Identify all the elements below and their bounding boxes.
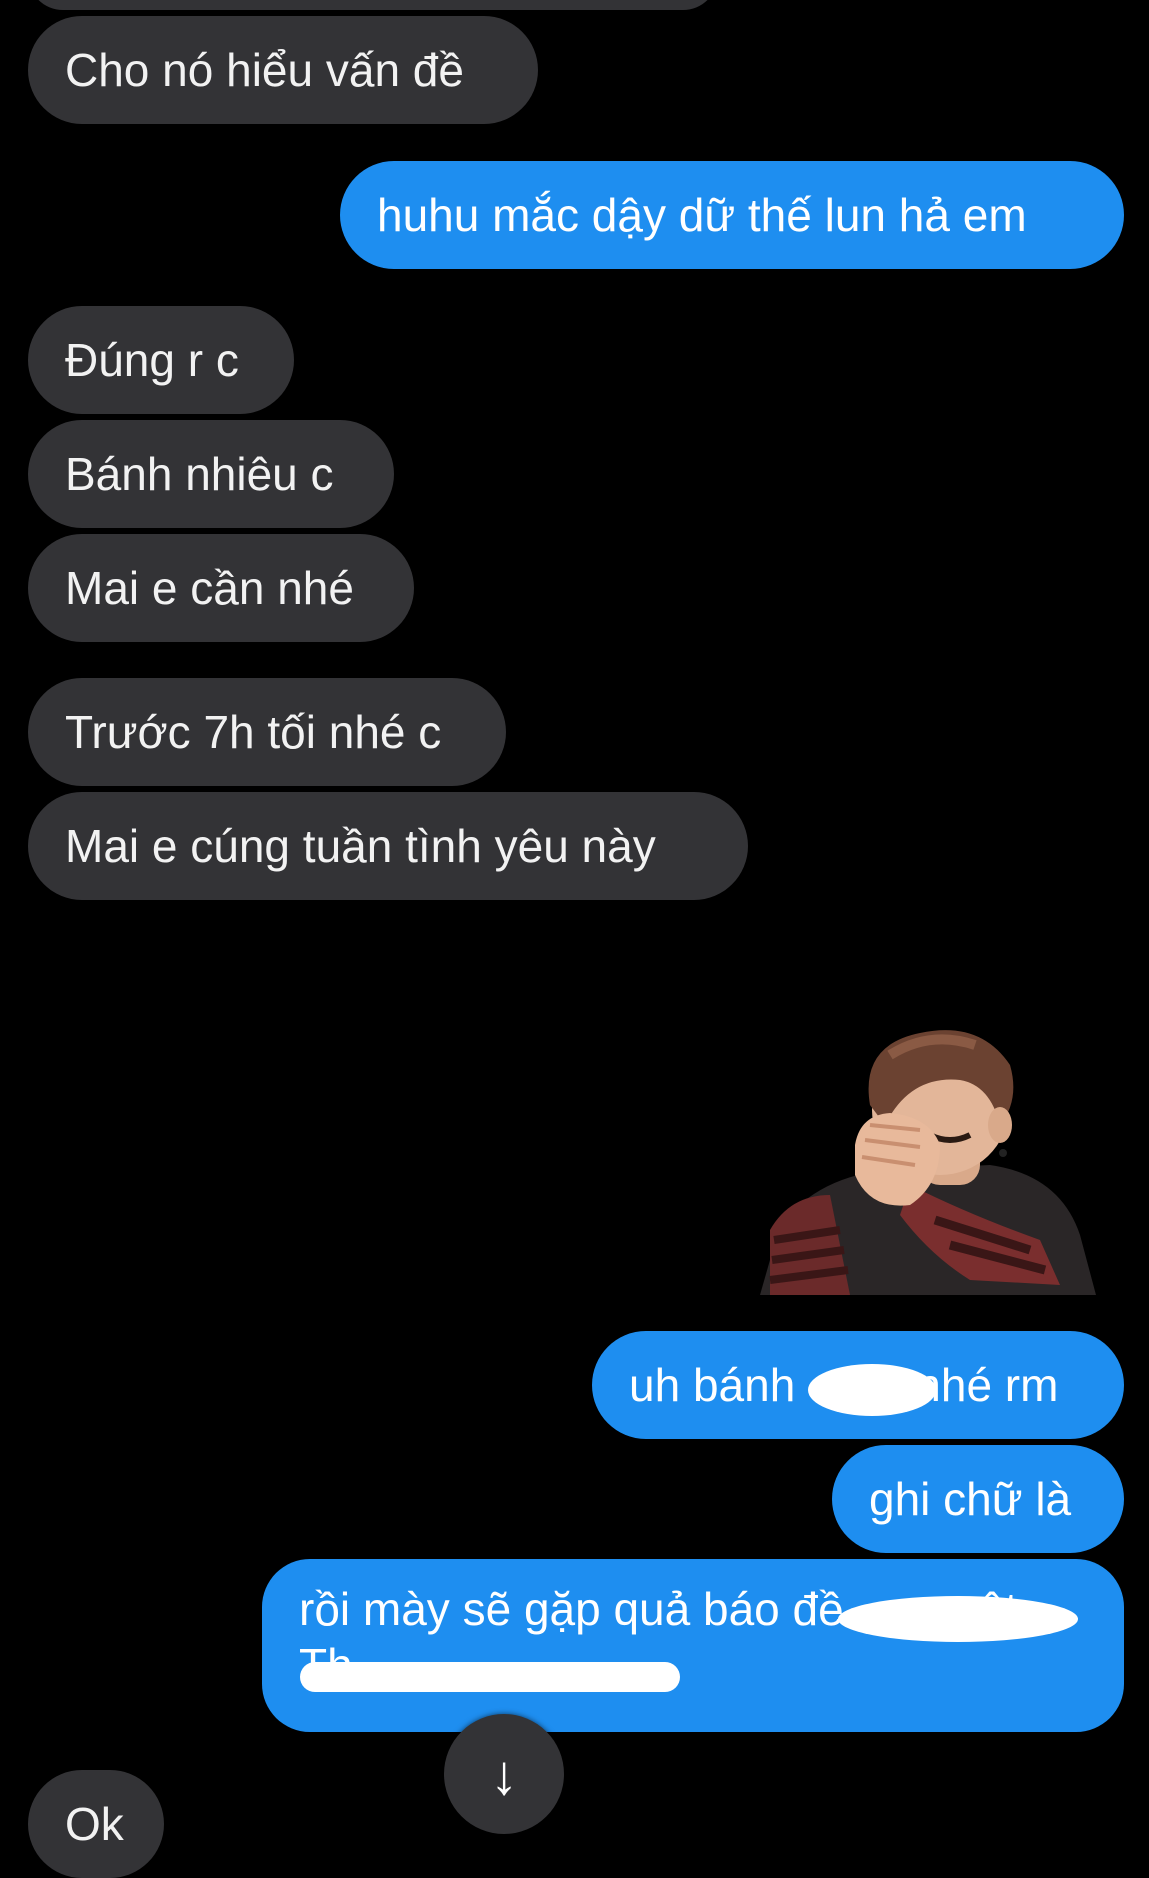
message-bubble-partial (28, 0, 718, 10)
message-bubble-incoming[interactable]: Mai e cúng tuần tình yêu này (28, 792, 748, 900)
message-text: ghi chữ là (869, 1473, 1072, 1525)
message-text: nhé rm (915, 1359, 1059, 1411)
message-bubble-incoming[interactable]: Cho nó hiểu vấn đề (28, 16, 538, 124)
message-bubble-outgoing[interactable]: rồi mày sẽ gặp quả báo đề ật Th (262, 1559, 1124, 1732)
redaction-scribble (838, 1596, 1078, 1642)
message-text: Ok (65, 1798, 124, 1850)
arrow-down-icon: ↓ (490, 1742, 518, 1806)
message-text: huhu mắc dậy dữ thế lun hả em (377, 189, 1027, 241)
message-text: Bánh nhiêu c (65, 448, 334, 500)
message-text: Mai e cúng tuần tình yêu này (65, 820, 656, 872)
facepalm-boy-sticker[interactable] (760, 1025, 1096, 1295)
message-text: uh bánh (629, 1359, 796, 1411)
redaction-scribble (808, 1364, 936, 1416)
message-text: Đúng r c (65, 334, 239, 386)
message-bubble-incoming[interactable]: Đúng r c (28, 306, 294, 414)
message-text: Mai e cần nhé (65, 562, 354, 614)
message-bubble-incoming[interactable]: Ok (28, 1770, 164, 1878)
message-bubble-incoming[interactable]: Trước 7h tối nhé c (28, 678, 506, 786)
message-bubble-incoming[interactable]: Bánh nhiêu c (28, 420, 394, 528)
message-text: Cho nó hiểu vấn đề (65, 44, 464, 96)
redaction-scribble (300, 1662, 680, 1692)
scroll-to-bottom-button[interactable]: ↓ (444, 1714, 564, 1834)
message-text: Trước 7h tối nhé c (65, 706, 442, 758)
message-text: rồi mày sẽ gặp quả báo đề (299, 1583, 844, 1635)
message-bubble-outgoing[interactable]: huhu mắc dậy dữ thế lun hả em (340, 161, 1124, 269)
message-bubble-incoming[interactable]: Mai e cần nhé (28, 534, 414, 642)
message-bubble-outgoing[interactable]: ghi chữ là (832, 1445, 1124, 1553)
